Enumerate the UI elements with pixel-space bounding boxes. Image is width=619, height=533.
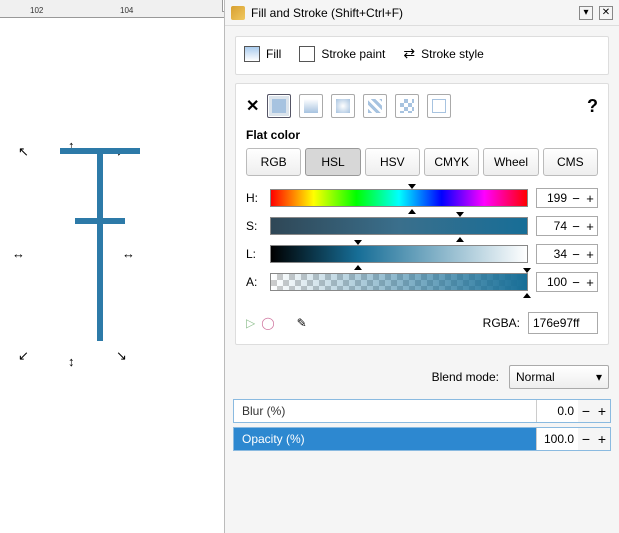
lightness-row: L: − + [246,244,598,264]
blur-track[interactable]: Blur (%) [234,400,536,422]
scale-handle-sw[interactable]: ↙ [18,348,29,364]
swap-color-icon[interactable]: ◯ [261,316,274,330]
fill-stroke-tabs: Fill Stroke paint ⇄ Stroke style [235,36,609,75]
lightness-spin: − + [536,244,598,264]
flat-color-label: Flat color [246,128,598,142]
saturation-row: S: − + [246,216,598,236]
paint-unknown-button[interactable] [427,94,451,118]
fill-swatch-icon [244,46,260,62]
hue-decrement[interactable]: − [569,191,583,206]
blur-increment[interactable]: + [594,403,610,419]
document-canvas[interactable]: ↖ ↕ ↗ ↔ ↔ ↙ ↕ ↘ [0,18,224,533]
blend-mode-label: Blend mode: [432,370,499,384]
paint-pattern-button[interactable] [363,94,387,118]
blend-mode-select[interactable]: Normal ▾ [509,365,609,389]
opacity-decrement[interactable]: − [578,431,594,447]
paint-linear-button[interactable] [299,94,323,118]
model-rgb-button[interactable]: RGB [246,148,301,176]
paint-flat-button[interactable] [267,94,291,118]
lightness-label: L: [246,247,262,261]
hue-label: H: [246,191,262,205]
alpha-label: A: [246,275,262,289]
model-hsv-button[interactable]: HSV [365,148,420,176]
blur-slider: Blur (%) 0.0 − + [233,399,611,423]
saturation-decrement[interactable]: − [569,219,583,234]
tab-stroke-paint[interactable]: Stroke paint [299,45,385,62]
scale-handle-w[interactable]: ↔ [12,246,25,261]
paint-swatch-button[interactable] [395,94,419,118]
ruler-mark: 102 [30,6,43,15]
model-wheel-button[interactable]: Wheel [483,148,538,176]
blend-mode-row: Blend mode: Normal ▾ [225,355,619,395]
fill-stroke-icon [231,6,245,20]
opacity-increment[interactable]: + [594,431,610,447]
blur-value[interactable]: 0.0 [536,400,578,422]
tab-stroke-paint-label: Stroke paint [321,47,385,61]
blur-decrement[interactable]: − [578,403,594,419]
model-cms-button[interactable]: CMS [543,148,598,176]
tab-stroke-style[interactable]: ⇄ Stroke style [403,45,483,62]
scale-handle-e[interactable]: ↔ [122,246,135,261]
panel-title: Fill and Stroke (Shift+Ctrl+F) [251,6,573,20]
tab-fill[interactable]: Fill [244,45,281,62]
saturation-increment[interactable]: + [583,219,597,234]
hue-input[interactable] [537,191,569,205]
paint-type-row: ✕ ? [246,94,598,118]
last-color-icon[interactable]: ▷ [246,316,255,330]
scale-handle-s[interactable]: ↕ [68,354,75,369]
scale-handle-nw[interactable]: ↖ [18,144,29,160]
hue-slider[interactable] [270,189,528,207]
tab-fill-label: Fill [266,47,281,61]
alpha-row: A: − + [246,272,598,292]
alpha-spin: − + [536,272,598,292]
model-cmyk-button[interactable]: CMYK [424,148,479,176]
lightness-input[interactable] [537,247,569,261]
ruler-mark: 104 [120,6,133,15]
minimize-icon[interactable]: ▾ [579,6,593,20]
rgba-label: RGBA: [483,316,520,330]
hue-spin: − + [536,188,598,208]
tab-stroke-style-label: Stroke style [421,47,484,61]
lightness-decrement[interactable]: − [569,247,583,262]
opacity-label: Opacity (%) [242,432,305,446]
paint-help-icon[interactable]: ? [587,96,598,117]
paint-radial-button[interactable] [331,94,355,118]
opacity-slider: Opacity (%) 100.0 − + [233,427,611,451]
alpha-input[interactable] [537,275,569,289]
rgba-input[interactable] [528,312,598,334]
stroke-style-icon: ⇄ [403,45,415,62]
blur-label: Blur (%) [242,404,285,418]
saturation-label: S: [246,219,262,233]
opacity-value[interactable]: 100.0 [536,428,578,450]
blend-mode-value: Normal [516,370,555,384]
hue-increment[interactable]: + [583,191,597,206]
opacity-track[interactable]: Opacity (%) [234,428,536,450]
lightness-slider[interactable] [270,245,528,263]
eyedropper-icon[interactable]: ✎ [297,316,307,330]
chevron-down-icon: ▾ [596,370,602,384]
paint-none-button[interactable]: ✕ [246,96,259,116]
model-hsl-button[interactable]: HSL [305,148,360,176]
saturation-input[interactable] [537,219,569,233]
fill-stroke-panel: Fill and Stroke (Shift+Ctrl+F) ▾ ✕ Fill … [224,0,619,533]
saturation-spin: − + [536,216,598,236]
panel-title-bar: Fill and Stroke (Shift+Ctrl+F) ▾ ✕ [225,0,619,26]
saturation-slider[interactable] [270,217,528,235]
alpha-slider[interactable] [270,273,528,291]
color-model-row: RGB HSL HSV CMYK Wheel CMS [246,148,598,176]
lightness-increment[interactable]: + [583,247,597,262]
alpha-increment[interactable]: + [583,275,597,290]
alpha-decrement[interactable]: − [569,275,583,290]
hue-row: H: − + [246,188,598,208]
fill-paint-box: ✕ ? Flat color RGB HSL HSV CMYK Wheel CM… [235,83,609,345]
rgba-row: ▷ ◯ ✎ RGBA: [246,312,598,334]
stroke-paint-swatch-icon [299,46,315,62]
scale-handle-se[interactable]: ↘ [116,348,127,364]
close-icon[interactable]: ✕ [599,6,613,20]
horizontal-ruler: 102 104 1 [0,0,224,18]
